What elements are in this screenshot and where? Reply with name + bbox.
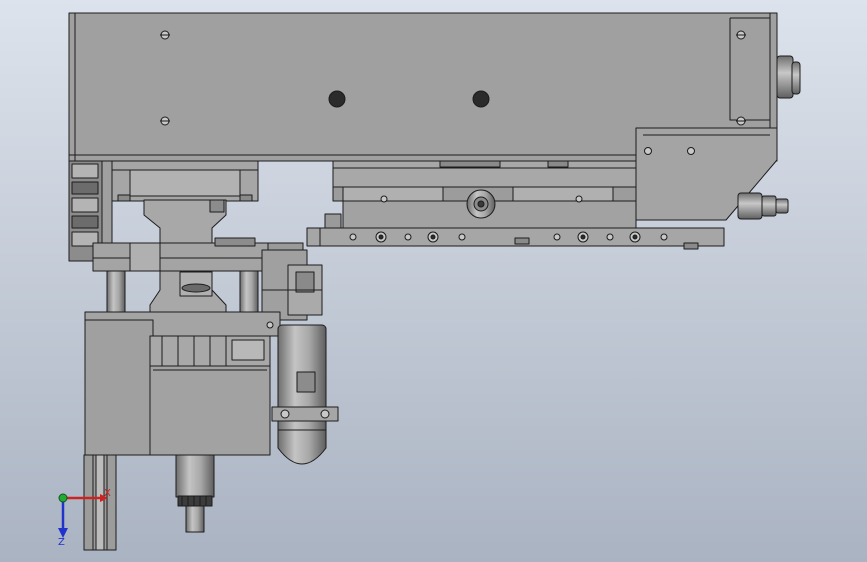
- y-axis-icon: [58, 493, 68, 503]
- side-connector: [776, 55, 801, 99]
- clamp-hole-right: [266, 321, 274, 329]
- x-axis-label: X: [104, 488, 111, 499]
- cad-viewport[interactable]: X Z: [0, 0, 867, 562]
- linear-slide: [332, 160, 637, 230]
- z-axis-label: Z: [58, 537, 65, 548]
- neck-cap: [209, 199, 225, 213]
- vertical-extrusion: [83, 454, 117, 551]
- assembly-drawing[interactable]: X Z: [0, 0, 867, 562]
- gripper-body: [84, 319, 271, 456]
- upper-mount-block: [111, 160, 259, 202]
